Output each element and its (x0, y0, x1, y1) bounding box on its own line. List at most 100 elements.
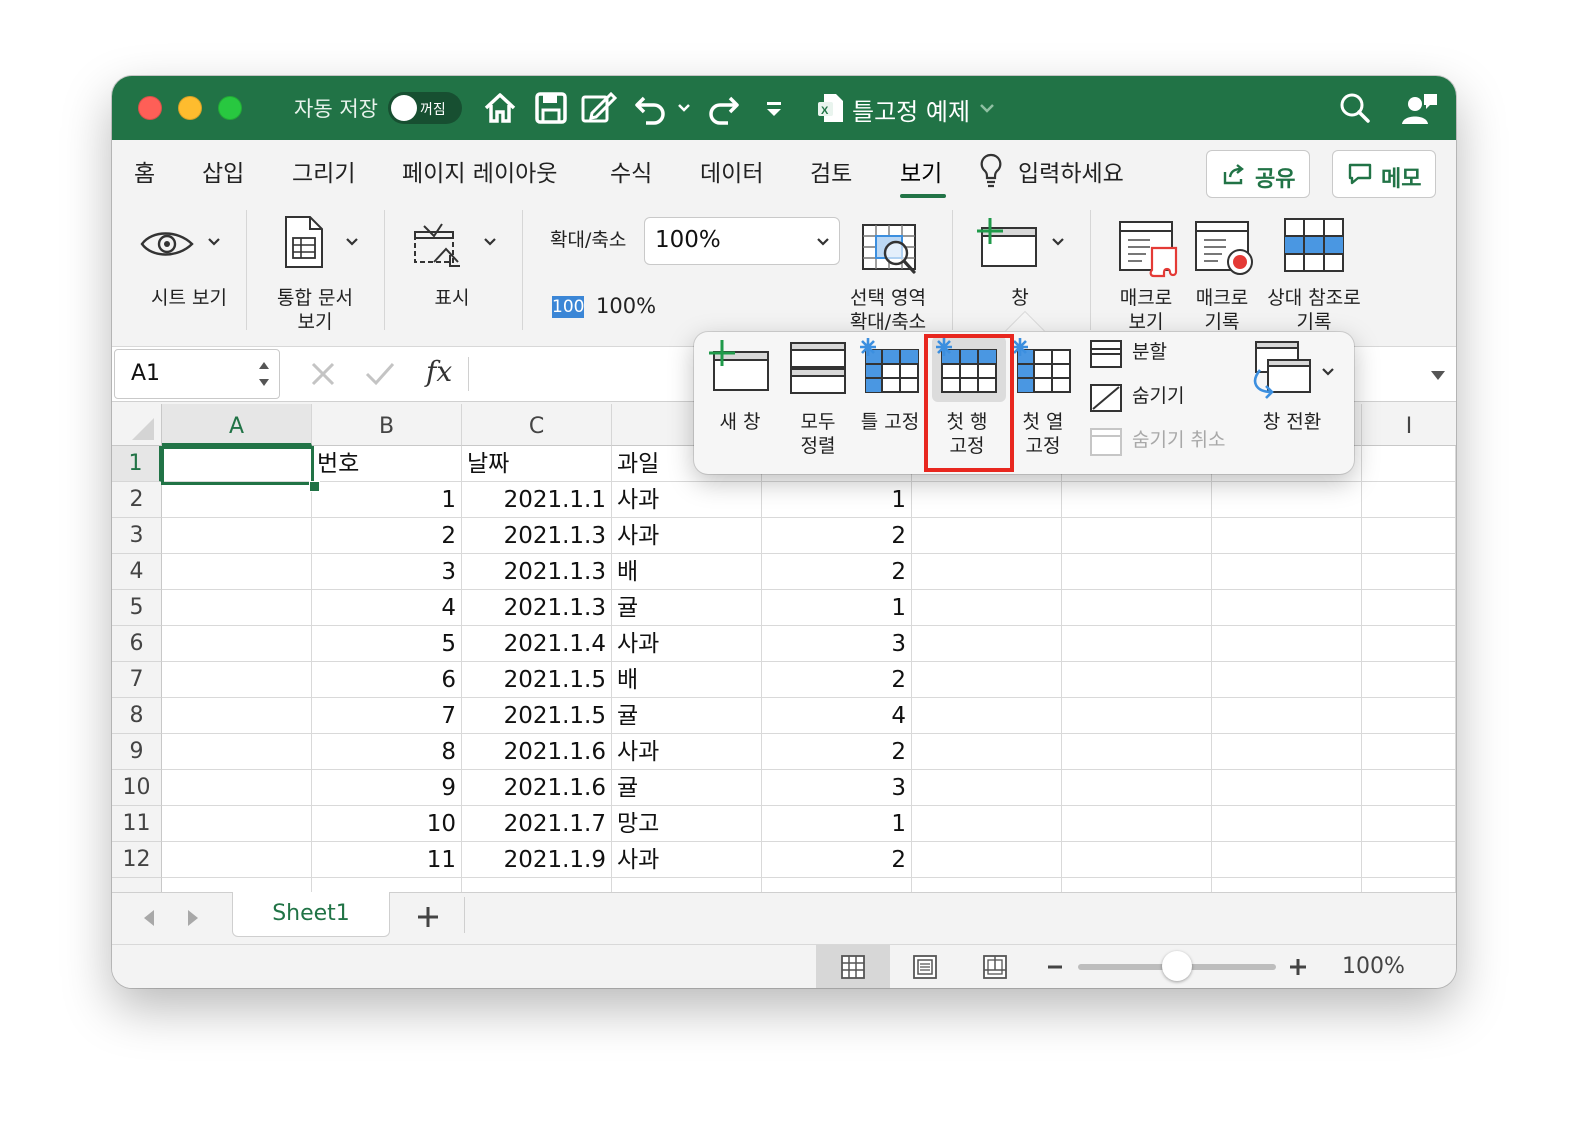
customize-toolbar-icon[interactable] (762, 90, 786, 126)
table-cell[interactable]: 2021.1.9 (462, 842, 612, 878)
zoom-slider-thumb[interactable] (1162, 951, 1192, 981)
redo-icon[interactable] (706, 90, 742, 126)
enter-check-icon[interactable] (364, 359, 396, 389)
table-cell[interactable]: 7 (312, 698, 462, 734)
table-cell[interactable]: 사과 (612, 482, 762, 518)
zoom-100-label[interactable]: 100% (596, 294, 656, 318)
table-cell[interactable] (1212, 806, 1362, 842)
add-sheet-icon[interactable] (416, 905, 440, 929)
zoom-percent[interactable]: 100% (1342, 954, 1405, 979)
table-cell[interactable] (1362, 698, 1456, 734)
table-cell[interactable] (1212, 662, 1362, 698)
table-cell[interactable]: 귤 (612, 698, 762, 734)
save-icon[interactable] (534, 90, 568, 126)
table-cell[interactable]: 11 (312, 842, 462, 878)
page-break-preview-icon[interactable] (982, 954, 1008, 980)
table-cell[interactable] (1212, 482, 1362, 518)
table-cell[interactable]: 귤 (612, 770, 762, 806)
table-cell[interactable] (162, 590, 312, 626)
new-window-icon[interactable] (708, 340, 772, 392)
table-cell[interactable]: 2021.1.6 (462, 734, 612, 770)
table-cell[interactable]: 10 (312, 806, 462, 842)
table-cell[interactable] (912, 734, 1062, 770)
name-box-stepper-icon[interactable] (255, 356, 273, 392)
tell-me-search[interactable]: 입력하세요 (1018, 154, 1124, 188)
table-cell[interactable] (1212, 554, 1362, 590)
table-cell[interactable] (1212, 626, 1362, 662)
column-header-c[interactable]: C (462, 404, 612, 446)
page-layout-view-icon[interactable] (912, 954, 938, 980)
insert-function-button[interactable]: fx (426, 355, 452, 388)
zoom-to-selection-label[interactable]: 선택 영역 확대/축소 (838, 286, 938, 334)
edit-document-icon[interactable] (580, 90, 618, 126)
normal-view-button[interactable] (816, 945, 890, 988)
column-header-a[interactable]: A (162, 404, 312, 446)
freeze-panes-icon[interactable] (858, 336, 922, 396)
sheet-view-label[interactable]: 시트 보기 (134, 286, 244, 310)
table-cell[interactable]: 4 (762, 698, 912, 734)
table-cell[interactable] (1362, 806, 1456, 842)
record-macro-label[interactable]: 매크로 기록 (1188, 286, 1256, 334)
table-cell[interactable]: 배 (612, 662, 762, 698)
zoom-to-selection-icon[interactable] (860, 222, 924, 278)
workbook-view-label[interactable]: 통합 문서 보기 (258, 286, 372, 334)
table-cell[interactable] (1062, 698, 1212, 734)
record-macro-icon[interactable] (1192, 218, 1256, 278)
table-cell[interactable]: 9 (312, 770, 462, 806)
table-cell[interactable]: 2 (312, 518, 462, 554)
new-window-label[interactable]: 새 창 (710, 410, 770, 434)
table-cell[interactable]: 3 (762, 626, 912, 662)
table-cell[interactable] (612, 878, 762, 892)
row-header[interactable]: 3 (112, 518, 162, 554)
table-cell[interactable]: 3 (762, 770, 912, 806)
table-cell[interactable] (912, 662, 1062, 698)
row-header[interactable]: 7 (112, 662, 162, 698)
table-cell[interactable] (912, 806, 1062, 842)
table-cell[interactable] (162, 878, 312, 892)
table-cell[interactable]: 번호 (312, 446, 462, 482)
row-header[interactable]: 10 (112, 770, 162, 806)
table-cell[interactable]: 날짜 (462, 446, 612, 482)
home-icon[interactable] (482, 90, 518, 126)
table-cell[interactable] (1362, 770, 1456, 806)
table-cell[interactable] (912, 626, 1062, 662)
table-cell[interactable] (162, 842, 312, 878)
document-title[interactable]: 틀고정 예제 (852, 92, 970, 127)
hide-icon[interactable] (1090, 384, 1122, 412)
table-cell[interactable] (1062, 518, 1212, 554)
table-cell[interactable] (1062, 878, 1212, 892)
zoom-out-icon[interactable] (1046, 959, 1064, 975)
table-cell[interactable]: 귤 (612, 590, 762, 626)
table-cell[interactable] (1062, 662, 1212, 698)
table-cell[interactable] (1362, 590, 1456, 626)
table-cell[interactable] (912, 590, 1062, 626)
title-chevron-down-icon[interactable] (978, 90, 996, 126)
table-cell[interactable] (912, 842, 1062, 878)
table-cell[interactable]: 2 (762, 842, 912, 878)
share-button[interactable]: 공유 (1206, 150, 1310, 198)
row-header[interactable]: 12 (112, 842, 162, 878)
table-cell[interactable]: 6 (312, 662, 462, 698)
switch-windows-label[interactable]: 창 전환 (1250, 410, 1334, 434)
table-cell[interactable] (162, 554, 312, 590)
tab-draw[interactable]: 그리기 (292, 154, 355, 188)
table-cell[interactable] (1362, 878, 1456, 892)
table-cell[interactable]: 사과 (612, 842, 762, 878)
table-cell[interactable]: 2021.1.5 (462, 662, 612, 698)
table-cell[interactable] (912, 698, 1062, 734)
table-cell[interactable]: 2021.1.3 (462, 590, 612, 626)
arrange-all-icon[interactable] (788, 340, 848, 396)
column-header-b[interactable]: B (312, 404, 462, 446)
workbook-view-icon[interactable] (282, 214, 326, 270)
table-cell[interactable]: 4 (312, 590, 462, 626)
eye-icon[interactable] (138, 224, 198, 264)
table-cell[interactable] (162, 734, 312, 770)
table-cell[interactable] (1212, 878, 1362, 892)
table-cell[interactable]: 1 (762, 806, 912, 842)
table-cell[interactable] (1212, 842, 1362, 878)
switch-windows-icon[interactable] (1250, 340, 1314, 404)
freeze-first-column-label[interactable]: 첫 열 고정 (1008, 410, 1078, 458)
tab-home[interactable]: 홈 (134, 154, 155, 188)
minimize-window-button[interactable] (178, 96, 202, 120)
window-icon[interactable] (976, 218, 1042, 270)
